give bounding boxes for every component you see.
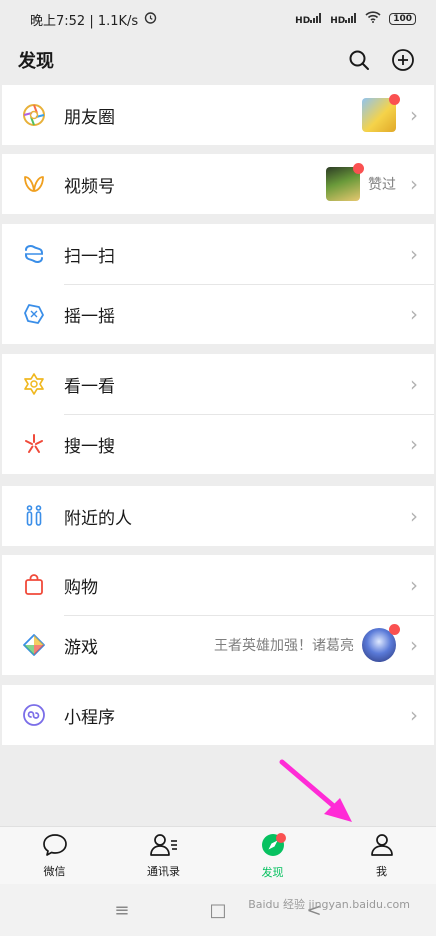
chevron-right-icon: ›	[410, 703, 418, 727]
group-moments: 朋友圈 ›	[2, 85, 434, 145]
nearby-label: 附近的人	[64, 508, 132, 529]
page-title: 发现	[18, 51, 54, 72]
chevron-right-icon: ›	[410, 633, 418, 657]
status-bar: 晚上7:52 | 1.1K/s HD HD 100	[0, 0, 436, 38]
nearby-right: ›	[404, 504, 418, 528]
miniprogram-row[interactable]: 小程序 ›	[2, 685, 434, 745]
header: 发现	[0, 38, 436, 82]
bottom-tab-bar: 微信 通讯录 发现 我	[0, 826, 436, 884]
menu-icon[interactable]: ≡	[114, 900, 129, 921]
tab-contacts-label: 通讯录	[147, 864, 180, 878]
group-topstories-search: 看一看 › 搜一搜 ›	[2, 354, 434, 474]
games-promo-text: 王者英雄加强！诸葛亮	[214, 638, 354, 654]
search-spark-icon	[22, 432, 46, 456]
tab-me-label: 我	[376, 864, 387, 878]
channels-thumbnail	[326, 163, 364, 201]
games-diamond-icon	[22, 633, 46, 657]
games-thumbnail	[362, 624, 400, 662]
topstories-label: 看一看	[64, 376, 115, 397]
chevron-right-icon: ›	[410, 172, 418, 196]
chevron-right-icon: ›	[410, 504, 418, 528]
nearby-row[interactable]: 附近的人 ›	[2, 486, 434, 546]
group-shopping-games: 购物 › 游戏 王者英雄加强！诸葛亮 ›	[2, 555, 434, 675]
chevron-right-icon: ›	[410, 573, 418, 597]
moments-thumbnail	[362, 94, 400, 132]
status-left: 晚上7:52 | 1.1K/s	[30, 10, 157, 29]
games-label: 游戏	[64, 637, 98, 658]
person-icon	[369, 833, 395, 861]
moments-new-dot	[389, 94, 400, 105]
chevron-right-icon: ›	[410, 432, 418, 456]
topstories-row[interactable]: 看一看 ›	[2, 354, 434, 414]
moments-right: ›	[362, 94, 418, 132]
channels-liked-text: 赞过	[368, 177, 396, 193]
search-icon[interactable]	[346, 47, 372, 73]
shopping-label: 购物	[64, 577, 98, 598]
chevron-right-icon: ›	[410, 242, 418, 266]
group-nearby: 附近的人 ›	[2, 486, 434, 546]
moments-label: 朋友圈	[64, 107, 115, 128]
watermark: Baidu 经验 jingyan.baidu.com	[248, 898, 410, 911]
shake-icon	[22, 302, 46, 326]
mini-program-icon	[22, 703, 46, 727]
miniprogram-right: ›	[404, 703, 418, 727]
discover-badge-dot	[276, 833, 286, 843]
channels-label: 视频号	[64, 176, 115, 197]
chevron-right-icon: ›	[410, 372, 418, 396]
shake-label: 摇一摇	[64, 306, 115, 327]
shake-right: ›	[404, 302, 418, 326]
search-right: ›	[404, 432, 418, 456]
alarm-icon	[144, 11, 157, 28]
games-new-dot	[389, 624, 400, 635]
chat-bubble-icon	[42, 833, 68, 861]
channels-row[interactable]: 视频号 赞过 ›	[2, 154, 434, 214]
miniprogram-label: 小程序	[64, 707, 115, 728]
channels-right: 赞过 ›	[326, 163, 418, 201]
channels-new-dot	[353, 163, 364, 174]
tab-chats-label: 微信	[43, 864, 66, 878]
chevron-right-icon: ›	[410, 302, 418, 326]
moments-aperture-icon	[22, 103, 46, 127]
shopping-bag-icon	[22, 573, 46, 597]
shopping-row[interactable]: 购物 ›	[2, 555, 434, 615]
group-miniprogram: 小程序 ›	[2, 685, 434, 745]
games-row[interactable]: 游戏 王者英雄加强！诸葛亮 ›	[2, 615, 434, 675]
status-right: HD HD 100	[295, 11, 416, 27]
chevron-right-icon: ›	[410, 103, 418, 127]
search-label: 搜一搜	[64, 436, 115, 457]
contacts-icon	[149, 833, 179, 861]
moments-row[interactable]: 朋友圈 ›	[2, 85, 434, 145]
topstories-star-icon	[22, 372, 46, 396]
people-nearby-icon	[22, 504, 46, 528]
shopping-right: ›	[404, 573, 418, 597]
tab-discover[interactable]: 发现	[218, 827, 327, 884]
wifi-icon	[365, 11, 381, 27]
header-actions	[346, 47, 416, 73]
scan-right: ›	[404, 242, 418, 266]
shake-row[interactable]: 摇一摇 ›	[2, 284, 434, 344]
status-time-speed: 晚上7:52 | 1.1K/s	[30, 13, 139, 29]
tab-discover-label: 发现	[261, 865, 284, 879]
battery-icon: 100	[389, 13, 416, 25]
channels-butterfly-icon	[22, 172, 46, 196]
search-row[interactable]: 搜一搜 ›	[2, 414, 434, 474]
home-icon[interactable]: □	[209, 900, 226, 921]
signal-icon: HD	[295, 12, 322, 26]
scan-icon	[22, 242, 46, 266]
group-channels: 视频号 赞过 ›	[2, 154, 434, 214]
signal-icon-2: HD	[330, 12, 357, 26]
topstories-right: ›	[404, 372, 418, 396]
plus-circle-icon[interactable]	[390, 47, 416, 73]
scan-row[interactable]: 扫一扫 ›	[2, 224, 434, 284]
games-right: 王者英雄加强！诸葛亮 ›	[214, 624, 418, 662]
scan-label: 扫一扫	[64, 246, 115, 267]
tab-contacts[interactable]: 通讯录	[109, 827, 218, 884]
group-scan-shake: 扫一扫 › 摇一摇 ›	[2, 224, 434, 344]
tab-chats[interactable]: 微信	[0, 827, 109, 884]
tab-me[interactable]: 我	[327, 827, 436, 884]
